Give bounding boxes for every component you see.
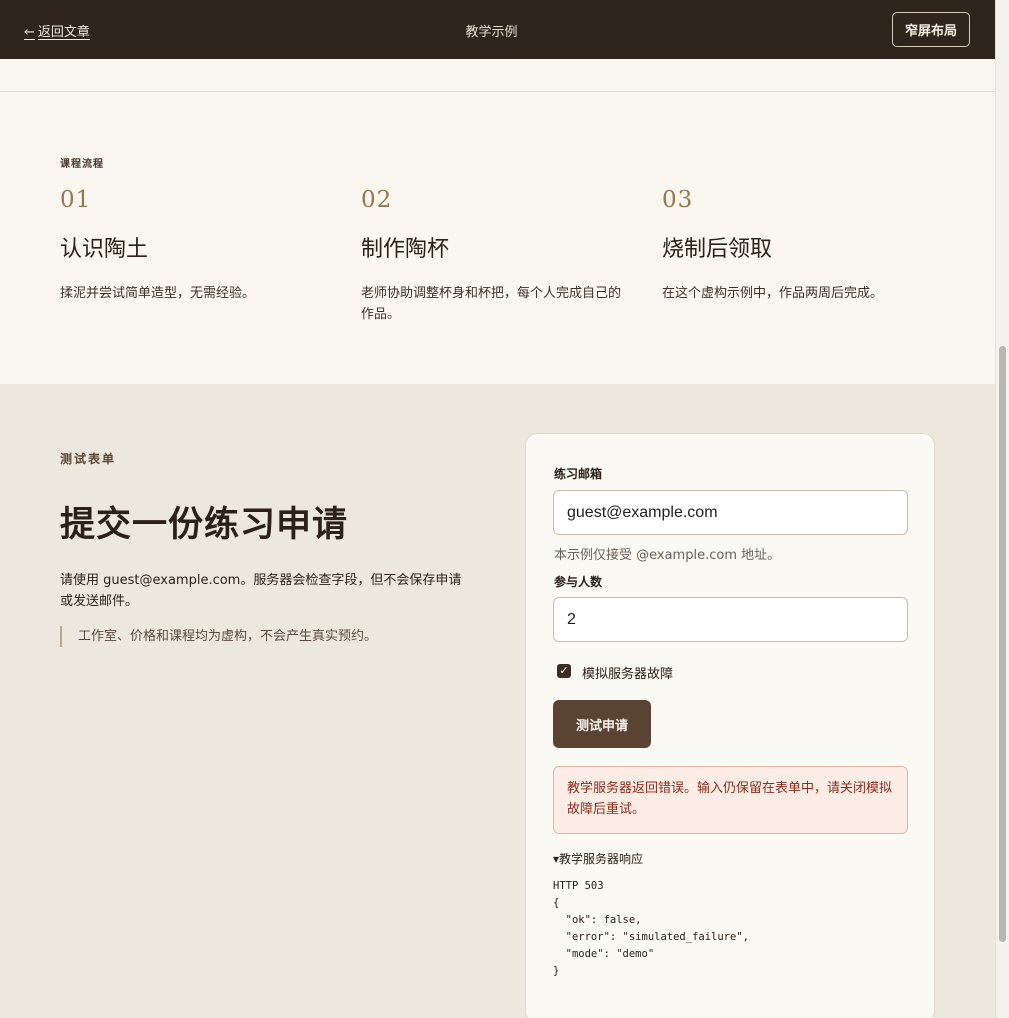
server-response-body: HTTP 503 { "ok": false, "error": "simula… [553, 880, 749, 977]
step-title: 烧制后领取 [662, 237, 773, 262]
step-description: 揉泥并尝试简单造型，无需经验。 [60, 286, 256, 301]
page-scrollbar[interactable] [995, 0, 1009, 1018]
step-title: 认识陶土 [60, 237, 149, 262]
process-step: 03 烧制后领取 在这个虚构示例中，作品两周后完成。 [662, 187, 942, 304]
disclaimer-note: 工作室、价格和课程均为虚构，不会产生真实预约。 [60, 626, 377, 647]
participant-count-field[interactable] [553, 597, 908, 642]
server-response-toggle[interactable]: ▾教学服务器响应 [553, 850, 643, 867]
step-description: 老师协助调整杯身和杯把，每个人完成自己的作品。 [361, 286, 622, 322]
form-section-eyebrow: 测试表单 [60, 452, 117, 466]
process-step: 01 认识陶土 揉泥并尝试简单造型，无需经验。 [60, 187, 340, 304]
narrow-layout-button[interactable]: 窄屏布局 [892, 12, 970, 47]
top-bar: ← 返回文章 教学示例 窄屏布局 [0, 0, 995, 59]
submit-application-button[interactable]: 测试申请 [553, 700, 651, 748]
simulate-failure-checkbox[interactable]: ✓ [557, 664, 571, 678]
step-number: 02 [361, 187, 393, 213]
step-number: 03 [662, 187, 694, 213]
scrollbar-thumb[interactable] [999, 346, 1006, 942]
step-title: 制作陶杯 [361, 237, 450, 262]
step-description: 在这个虚构示例中，作品两周后完成。 [662, 286, 884, 301]
course-process-section: 课程流程 01 认识陶土 揉泥并尝试简单造型，无需经验。 02 制作陶杯 老师协… [0, 59, 995, 384]
error-message: 教学服务器返回错误。输入仍保留在表单中，请关闭模拟故障后重试。 [553, 766, 908, 834]
process-step: 02 制作陶杯 老师协助调整杯身和杯把，每个人完成自己的作品。 [361, 187, 641, 325]
email-label: 练习邮箱 [554, 467, 603, 481]
form-section-title: 提交一份练习申请 [60, 504, 349, 545]
process-eyebrow: 课程流程 [60, 159, 104, 170]
email-hint: 本示例仅接受 @example.com 地址。 [554, 548, 781, 563]
page-title: 教学示例 [465, 25, 518, 40]
form-section-intro: 请使用 guest@example.com。服务器会检查字段，但不会保存申请或发… [60, 573, 462, 609]
email-field[interactable] [553, 490, 908, 535]
participant-count-label: 参与人数 [554, 575, 603, 589]
simulate-failure-label: 模拟服务器故障 [582, 667, 674, 682]
application-form-card: 练习邮箱 本示例仅接受 @example.com 地址。 参与人数 ✓ 模拟服务… [525, 433, 935, 1018]
section-divider [0, 91, 995, 92]
step-number: 01 [60, 187, 92, 213]
